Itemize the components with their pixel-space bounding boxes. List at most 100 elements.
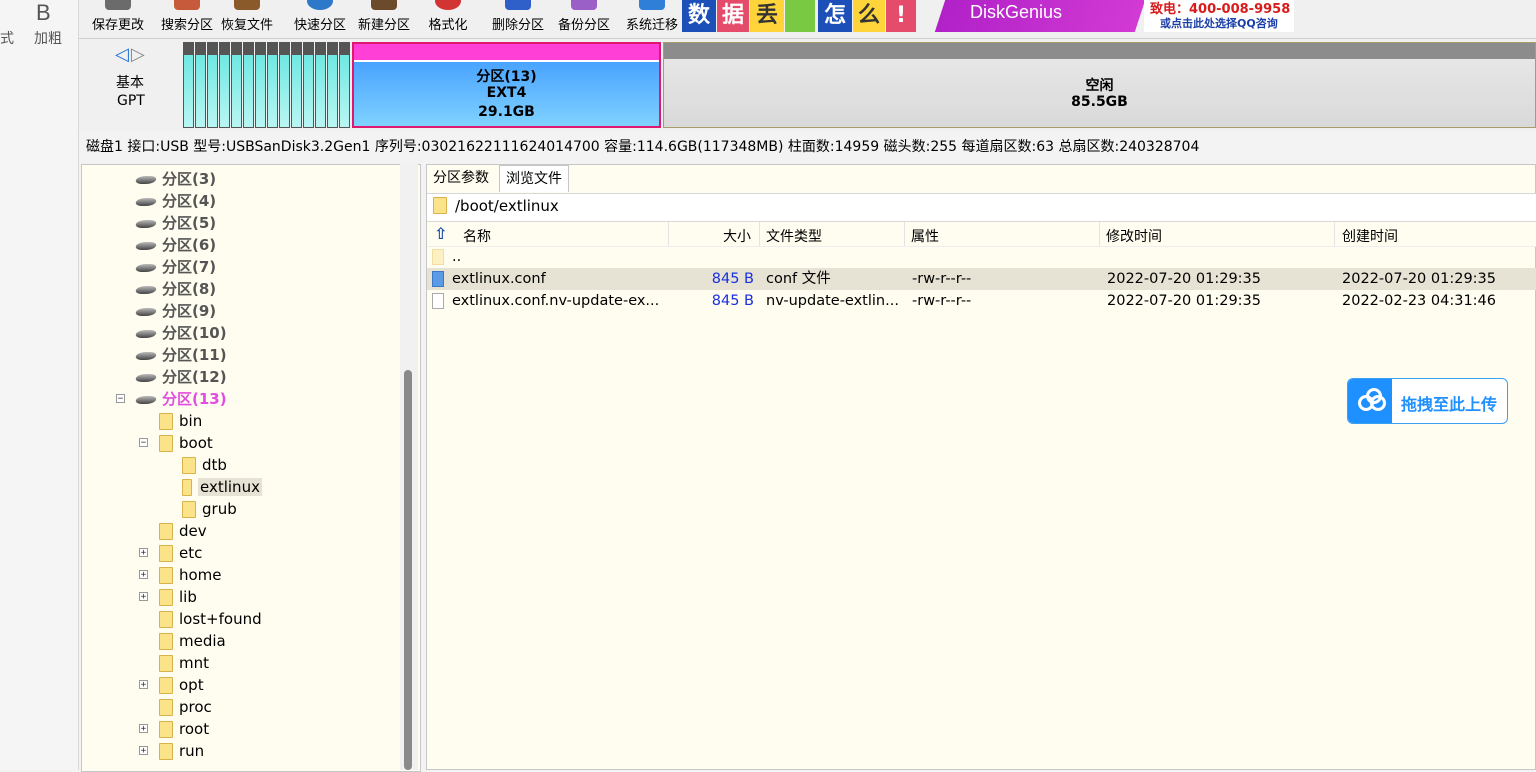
tree-item-folder[interactable]: bin — [159, 410, 202, 432]
search-partition-button[interactable]: 搜索分区 — [152, 0, 222, 38]
tree-collapse-toggle[interactable]: − — [116, 394, 125, 404]
chevron-left-icon[interactable]: ◁ — [115, 44, 131, 65]
tree-item-folder[interactable]: lost+found — [159, 608, 262, 630]
recover-files-button[interactable]: 恢复文件 — [218, 0, 276, 38]
small-partition-stripe[interactable] — [207, 42, 218, 128]
small-partition-stripe[interactable] — [255, 42, 266, 128]
small-partition-stripe[interactable] — [267, 42, 278, 128]
col-divider[interactable] — [904, 222, 905, 246]
banner-char: 怎 — [818, 0, 852, 32]
format-button[interactable]: 格式化 — [423, 0, 473, 38]
tree-item-partition[interactable]: 分区(7) — [134, 256, 216, 278]
banner-qq-link[interactable]: 或点击此处选择QQ咨询 — [1160, 15, 1278, 31]
tree-item-folder[interactable]: root — [159, 718, 209, 740]
file-created: 2022-07-20 01:29:35 — [1342, 271, 1496, 287]
tab-browse-files[interactable]: 浏览文件 — [499, 165, 569, 192]
drag-upload-widget[interactable]: 拖拽至此上传 — [1347, 378, 1508, 424]
col-divider[interactable] — [759, 222, 760, 246]
tree-expand-toggle[interactable]: + — [139, 570, 148, 580]
tree-item-partition[interactable]: 分区(12) — [134, 366, 227, 388]
folder-icon — [159, 677, 173, 694]
tree-item-folder[interactable]: run — [159, 740, 204, 762]
tree-item-folder[interactable]: lib — [159, 586, 197, 608]
file-row[interactable]: extlinux.conf 845 B conf 文件 -rw-r--r-- 2022-… — [427, 268, 1536, 290]
tree-item-partition-selected[interactable]: 分区(13) — [134, 388, 227, 410]
col-divider[interactable] — [1334, 222, 1335, 246]
small-partition-stripe[interactable] — [195, 42, 206, 128]
free-space-block[interactable]: 空闲 85.5GB — [663, 42, 1536, 128]
tree-item-folder[interactable]: mnt — [159, 652, 209, 674]
small-partition-stripe[interactable] — [219, 42, 230, 128]
tree-item-partition[interactable]: 分区(4) — [134, 190, 216, 212]
tree-item-subfolder[interactable]: dtb — [182, 454, 227, 476]
col-size[interactable]: 大小 — [723, 226, 751, 246]
col-name[interactable]: 名称 — [463, 226, 491, 246]
tree-expand-toggle[interactable]: − — [139, 438, 148, 448]
new-partition-icon — [371, 0, 397, 10]
promo-banner[interactable]: 数 据 丢 怎 么 ! DiskGenius 致电：400-008-9958 或… — [682, 0, 1294, 32]
bold-icon[interactable]: B — [36, 0, 51, 26]
tree-item-folder[interactable]: home — [159, 564, 222, 586]
delete-partition-button[interactable]: 删除分区 — [483, 0, 553, 38]
tree-item-folder[interactable]: media — [159, 630, 226, 652]
up-arrow-icon[interactable]: ⇧ — [434, 224, 447, 243]
file-row[interactable]: extlinux.conf.nv-update-ex... 845 B nv-upd… — [427, 290, 1536, 312]
cloud-upload-icon — [1348, 379, 1392, 423]
tree-item-folder[interactable]: opt — [159, 674, 204, 696]
tree-item-folder[interactable]: proc — [159, 696, 212, 718]
tree-item-partition[interactable]: 分区(10) — [134, 322, 227, 344]
small-partition-stripe[interactable] — [303, 42, 314, 128]
small-partition-stripe[interactable] — [291, 42, 302, 128]
backup-partition-button[interactable]: 备份分区 — [549, 0, 619, 38]
folder-icon — [182, 457, 196, 474]
tree-expand-toggle[interactable]: + — [139, 548, 148, 558]
new-partition-button[interactable]: 新建分区 — [351, 0, 417, 38]
conf-file-icon — [432, 271, 444, 287]
tree-item-subfolder[interactable]: extlinux — [182, 476, 262, 498]
tree-expand-toggle[interactable]: + — [139, 746, 148, 756]
file-row[interactable]: .. — [427, 246, 1536, 268]
col-created[interactable]: 创建时间 — [1342, 226, 1398, 246]
tree-item-partition[interactable]: 分区(5) — [134, 212, 216, 234]
small-partition-stripe[interactable] — [231, 42, 242, 128]
tree-item-folder[interactable]: boot — [159, 432, 213, 454]
save-changes-button[interactable]: 保存更改 — [85, 0, 151, 38]
tab-partition-params[interactable]: 分区参数 — [427, 165, 495, 191]
tree-expand-toggle[interactable]: + — [139, 724, 148, 734]
partition-13-block[interactable]: 分区(13) EXT4 29.1GB — [352, 42, 661, 128]
col-divider[interactable] — [1099, 222, 1100, 246]
bold-label[interactable]: 加粗 — [34, 28, 62, 48]
tree-item-partition[interactable]: 分区(11) — [134, 344, 227, 366]
disk-nav-arrows[interactable]: ◁▷ — [115, 44, 147, 65]
col-type[interactable]: 文件类型 — [766, 226, 822, 246]
tree-item-partition[interactable]: 分区(9) — [134, 300, 216, 322]
system-migration-button[interactable]: 系统迁移 — [617, 0, 687, 38]
tree-item-subfolder[interactable]: grub — [182, 498, 237, 520]
current-path[interactable]: /boot/extlinux — [455, 197, 559, 215]
quick-partition-button[interactable]: 快速分区 — [285, 0, 355, 38]
small-partition-stripe[interactable] — [339, 42, 350, 128]
directory-tree[interactable] — [81, 164, 421, 772]
small-partition-stripe[interactable] — [327, 42, 338, 128]
tree-scrollbar-thumb[interactable] — [404, 370, 412, 770]
chevron-right-icon[interactable]: ▷ — [131, 44, 147, 65]
tree-expand-toggle[interactable]: + — [139, 680, 148, 690]
tree-item-folder[interactable]: etc — [159, 542, 202, 564]
disk-partition-icon — [134, 219, 158, 228]
tree-expand-toggle[interactable]: + — [139, 592, 148, 602]
col-divider[interactable] — [668, 222, 669, 246]
small-partitions-strip[interactable] — [183, 42, 352, 128]
tree-item-partition[interactable]: 分区(8) — [134, 278, 216, 300]
col-modified[interactable]: 修改时间 — [1106, 226, 1162, 246]
tree-item-folder[interactable]: dev — [159, 520, 207, 542]
small-partition-stripe[interactable] — [315, 42, 326, 128]
format-icon — [435, 0, 461, 10]
small-partition-stripe[interactable] — [243, 42, 254, 128]
small-partition-stripe[interactable] — [279, 42, 290, 128]
small-partition-stripe[interactable] — [183, 42, 194, 128]
tree-item-partition[interactable]: 分区(3) — [134, 168, 216, 190]
col-attr[interactable]: 属性 — [911, 226, 939, 246]
tree-item-partition[interactable]: 分区(6) — [134, 234, 216, 256]
banner-char: 数 — [682, 0, 716, 32]
parent-folder-icon — [432, 249, 444, 265]
